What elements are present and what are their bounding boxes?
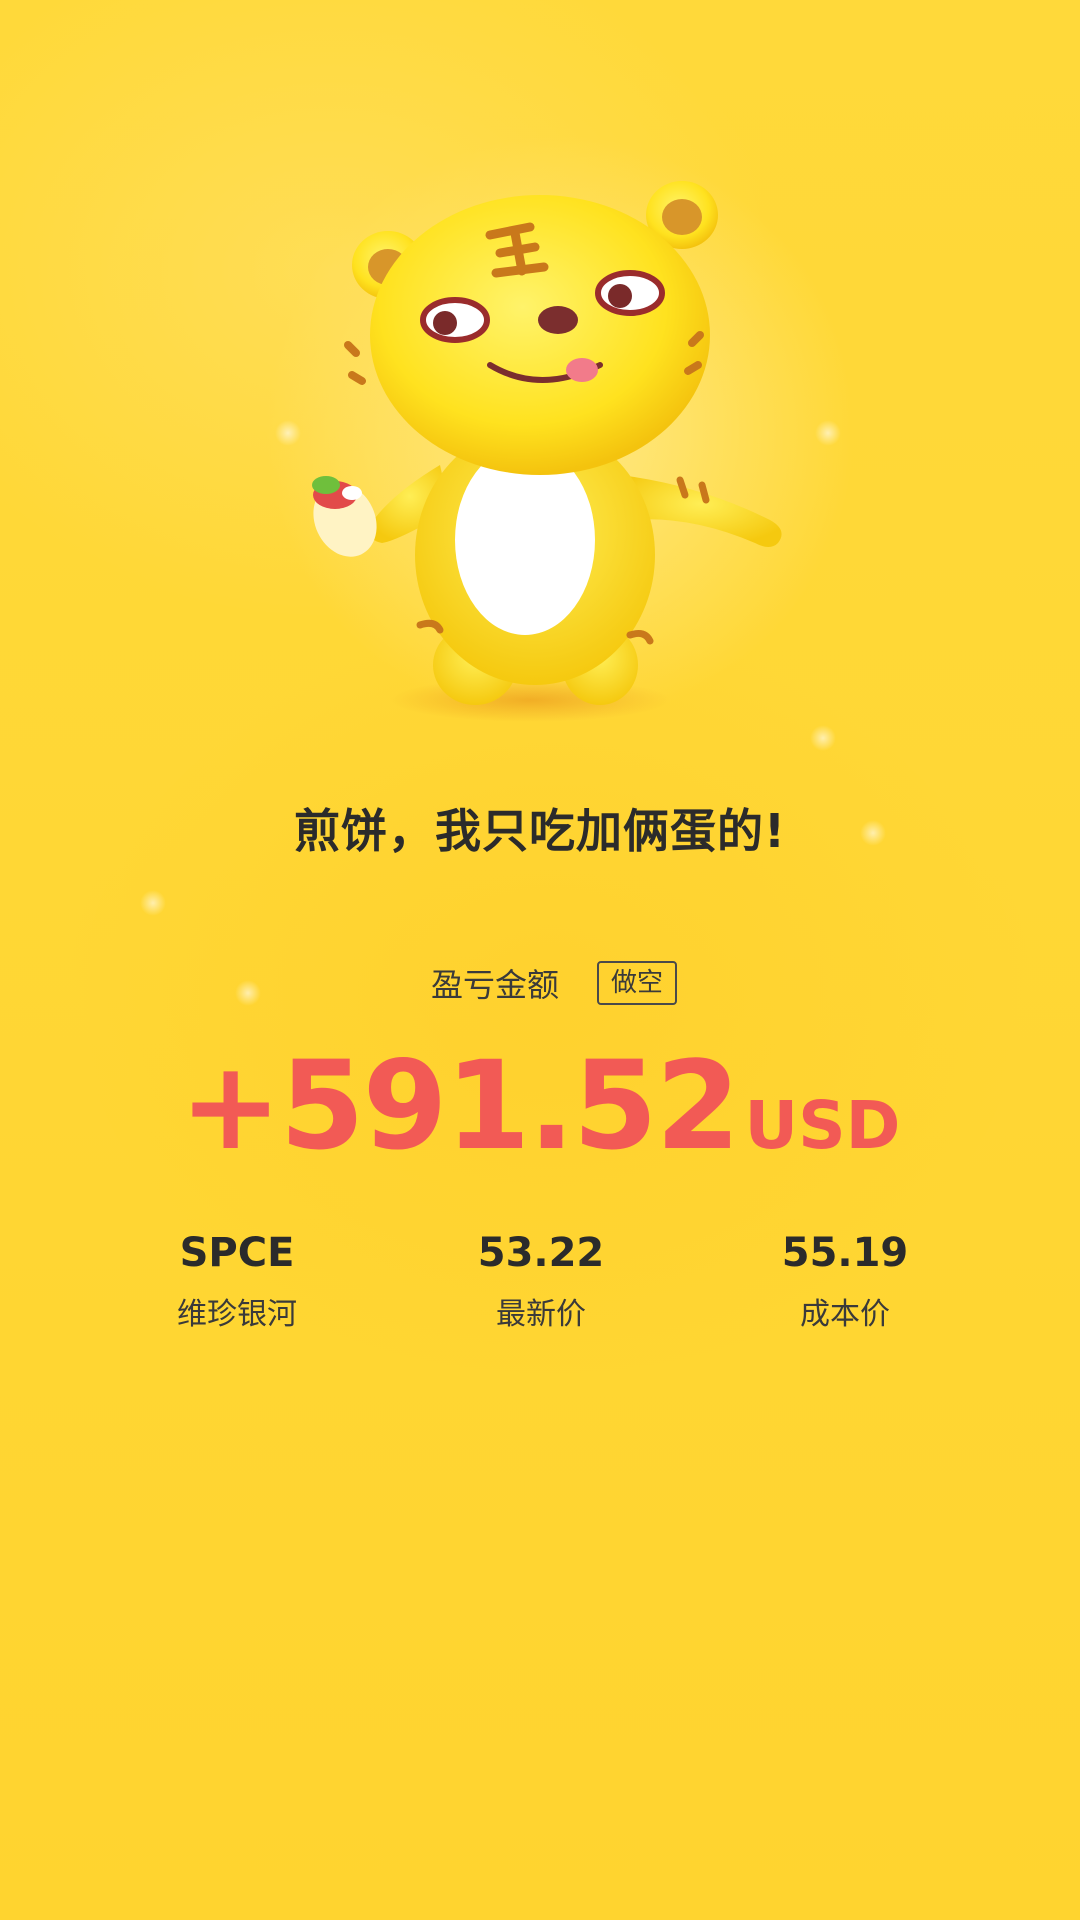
position-stats: SPCE 维珍银河 53.22 最新价 55.19 成本价 xyxy=(0,1225,1080,1355)
stat-value: 55.19 xyxy=(781,1230,909,1276)
sparkle-decoration xyxy=(140,890,166,916)
share-card: 煎饼，我只吃加俩蛋的! 盈亏金额 做空 +591.52USD SPCE 维珍银河… xyxy=(0,0,1080,1920)
stat-label: 维珍银河 xyxy=(177,1297,297,1332)
stat-value: SPCE xyxy=(179,1230,295,1276)
profit-loss-label: 盈亏金额 xyxy=(430,966,559,1004)
slogan-text: 煎饼，我只吃加俩蛋的! xyxy=(294,804,786,858)
profit-amount-value: +591.52 xyxy=(179,1035,741,1177)
stat-label: 最新价 xyxy=(496,1297,586,1332)
stat-label: 成本价 xyxy=(800,1297,890,1332)
position-direction-badge: 做空 xyxy=(597,961,678,1005)
stat-value: 53.22 xyxy=(477,1230,605,1276)
stat-cost-price: 55.19 成本价 xyxy=(715,1225,975,1333)
profit-amount: +591.52USD xyxy=(0,1035,1080,1177)
stat-symbol: SPCE 维珍银河 xyxy=(107,1225,367,1333)
profit-currency: USD xyxy=(744,1087,901,1164)
stat-latest-price: 53.22 最新价 xyxy=(411,1225,671,1333)
sparkle-decoration xyxy=(275,420,301,446)
profit-loss-header: 盈亏金额 做空 xyxy=(0,960,1080,1006)
tiger-mascot-icon xyxy=(312,181,782,722)
